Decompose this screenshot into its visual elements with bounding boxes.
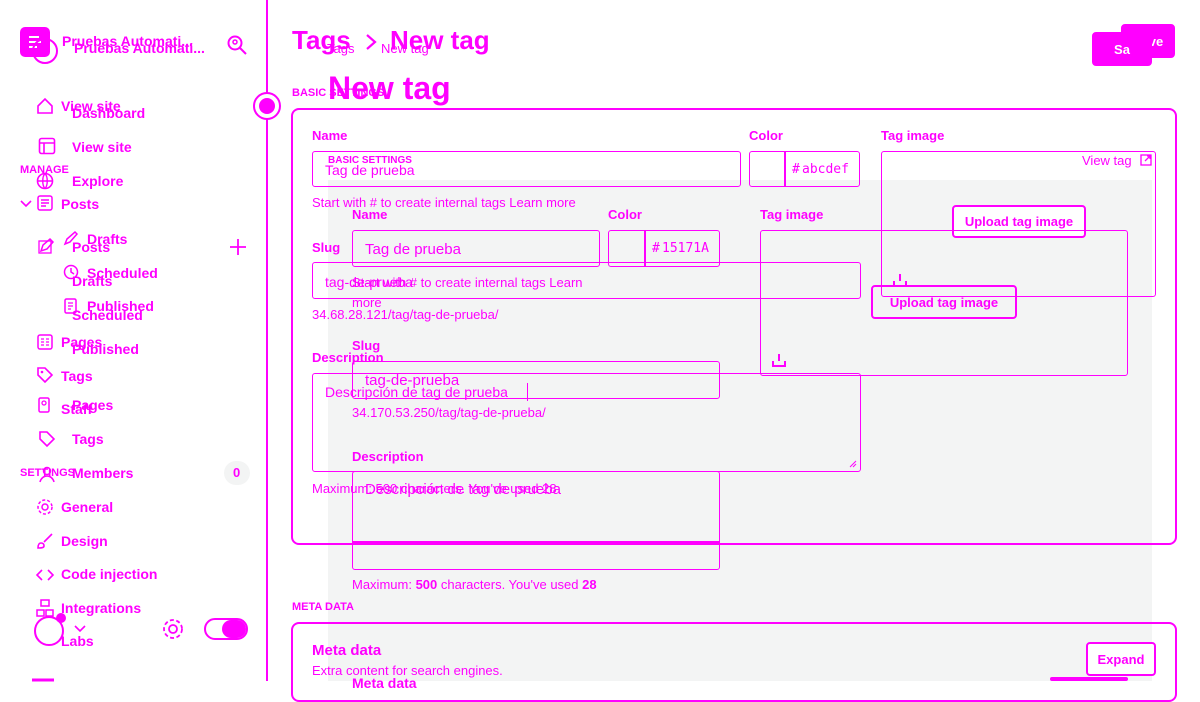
ghost-description-value: Descripción de tag de prueba — [365, 481, 561, 498]
sidebar-item-integrations[interactable]: Integrations — [61, 600, 141, 616]
sidebar-item-tags[interactable]: Tags — [61, 368, 93, 384]
resize-handle-icon[interactable] — [849, 460, 857, 468]
ghost-divider-line — [352, 541, 720, 543]
sidebar-item-scheduled-ghost: Scheduled — [72, 307, 143, 323]
external-link-icon[interactable] — [1140, 154, 1152, 166]
name-label: Name — [312, 128, 348, 143]
members-icon — [39, 466, 55, 483]
ghost-color-divider — [644, 230, 646, 267]
bottom-icon — [32, 678, 54, 682]
meta-data-card — [291, 622, 1177, 702]
tag-icon — [37, 367, 54, 384]
ghost-slug-url: 34.170.53.250/tag/tag-de-prueba/ — [352, 405, 546, 420]
basic-settings-heading-ghost: BASIC SETTINGS — [328, 155, 412, 166]
settings-gear-icon[interactable] — [162, 618, 184, 640]
save-button-ghost: Sa — [1092, 32, 1152, 66]
ghost-upload-label: Upload tag image — [889, 294, 999, 310]
site-title-ghost: Pruebas Automati... — [74, 40, 205, 56]
color-value: abcdef — [802, 162, 849, 177]
manage-heading: MANAGE — [20, 164, 69, 176]
breadcrumb-chevron-icon — [366, 34, 377, 50]
slug-url: 34.68.28.121/tag/tag-de-prueba/ — [312, 307, 499, 322]
sidebar-item-dashboard[interactable]: Dashboard — [72, 105, 145, 121]
ghost-color-label: Color — [608, 207, 642, 222]
meta-data-heading: META DATA — [292, 601, 354, 613]
color-label: Color — [749, 128, 783, 143]
ghost-max-middle: characters. You've used — [437, 577, 583, 592]
sidebar-item-explore[interactable]: Explore — [72, 173, 123, 189]
search-icon[interactable] — [226, 34, 248, 56]
ghost-upload-icon — [772, 354, 786, 367]
add-post-icon[interactable] — [229, 238, 247, 256]
ghost-hint-line1: Start with # to create internal tags Lea… — [352, 275, 583, 290]
meta-data-title-ghost: Meta data — [352, 675, 417, 691]
staff-icon — [38, 397, 50, 413]
ghost-expand-edge — [1050, 677, 1128, 681]
ghost-max-number: 500 — [415, 577, 438, 592]
tag-image-label: Tag image — [881, 128, 945, 143]
expand-button[interactable]: Expand — [1086, 642, 1156, 676]
user-menu-chevron-icon[interactable] — [74, 624, 86, 634]
ghost-color-hash: # — [652, 241, 660, 256]
color-hash: # — [792, 162, 800, 177]
ghost-description-count: Maximum: 500 characters. You've used 28 — [352, 577, 597, 592]
chevron-down-icon[interactable] — [20, 199, 32, 209]
tag-ghost-icon — [39, 431, 56, 448]
slug-label: Slug — [312, 240, 341, 255]
window-icon — [38, 137, 56, 155]
toggle-knob — [222, 620, 246, 638]
ghost-upload-button: Upload tag image — [871, 285, 1017, 319]
sidebar-item-published-ghost: Published — [72, 341, 139, 357]
save-ghost-label: Sa — [1114, 41, 1130, 57]
pages-icon — [37, 334, 53, 350]
breadcrumb-root-ghost: Tags — [327, 41, 355, 56]
posts-icon — [37, 195, 53, 211]
avatar-dot — [56, 613, 66, 623]
sidebar-item-pages-ghost: Pages — [72, 397, 114, 413]
sidebar-item-view-site-2[interactable]: View site — [72, 139, 132, 155]
sidebar-item-posts[interactable]: Posts — [61, 196, 99, 212]
ghost-description-label: Description — [352, 449, 424, 464]
ghost-tag-image-label: Tag image — [760, 207, 824, 222]
integrations-icon — [36, 599, 54, 617]
sidebar-item-posts-ghost: Posts — [72, 239, 111, 255]
basic-settings-heading: BASIC SETTINGS — [292, 87, 385, 99]
sidebar-item-code-injection[interactable]: Code injection — [61, 566, 157, 582]
ghost-hint-line2: more — [352, 295, 382, 310]
home-icon — [37, 97, 53, 114]
gear-icon — [37, 499, 53, 515]
ghost-name-label: Name — [352, 207, 388, 222]
avatar-circle — [32, 38, 58, 64]
ghost-max-used: 28 — [582, 577, 597, 592]
ghost-color-value: 15171A — [662, 241, 709, 256]
sidebar-item-design[interactable]: Design — [61, 533, 108, 549]
sidebar-item-general[interactable]: General — [61, 499, 113, 515]
sidebar-item-drafts-ghost: Drafts — [72, 273, 113, 289]
members-count: 0 — [233, 465, 241, 480]
meta-data-title: Meta data — [312, 642, 382, 659]
expand-label: Expand — [1097, 651, 1145, 667]
view-tag-link[interactable]: View tag — [1082, 153, 1132, 168]
upload-tag-image-label: Upload tag image — [964, 214, 1074, 229]
ghost-slug-value: tag-de-prueba — [365, 372, 460, 389]
scroll-indicator-dot — [259, 98, 275, 114]
color-swatch-divider — [784, 151, 786, 187]
pencil-icon — [38, 237, 55, 254]
ghost-max-prefix: Maximum: — [352, 577, 416, 592]
sidebar-item-members[interactable]: Members — [72, 465, 133, 481]
code-icon — [35, 569, 55, 581]
breadcrumb-current-ghost: New tag — [381, 41, 429, 56]
ghost-name-value: Tag de prueba — [365, 241, 461, 258]
sidebar-item-labs[interactable]: Labs — [61, 633, 94, 649]
ghost-slug-label: Slug — [352, 338, 381, 353]
sidebar-item-tags-ghost: Tags — [72, 431, 104, 447]
brush-icon — [37, 533, 53, 549]
